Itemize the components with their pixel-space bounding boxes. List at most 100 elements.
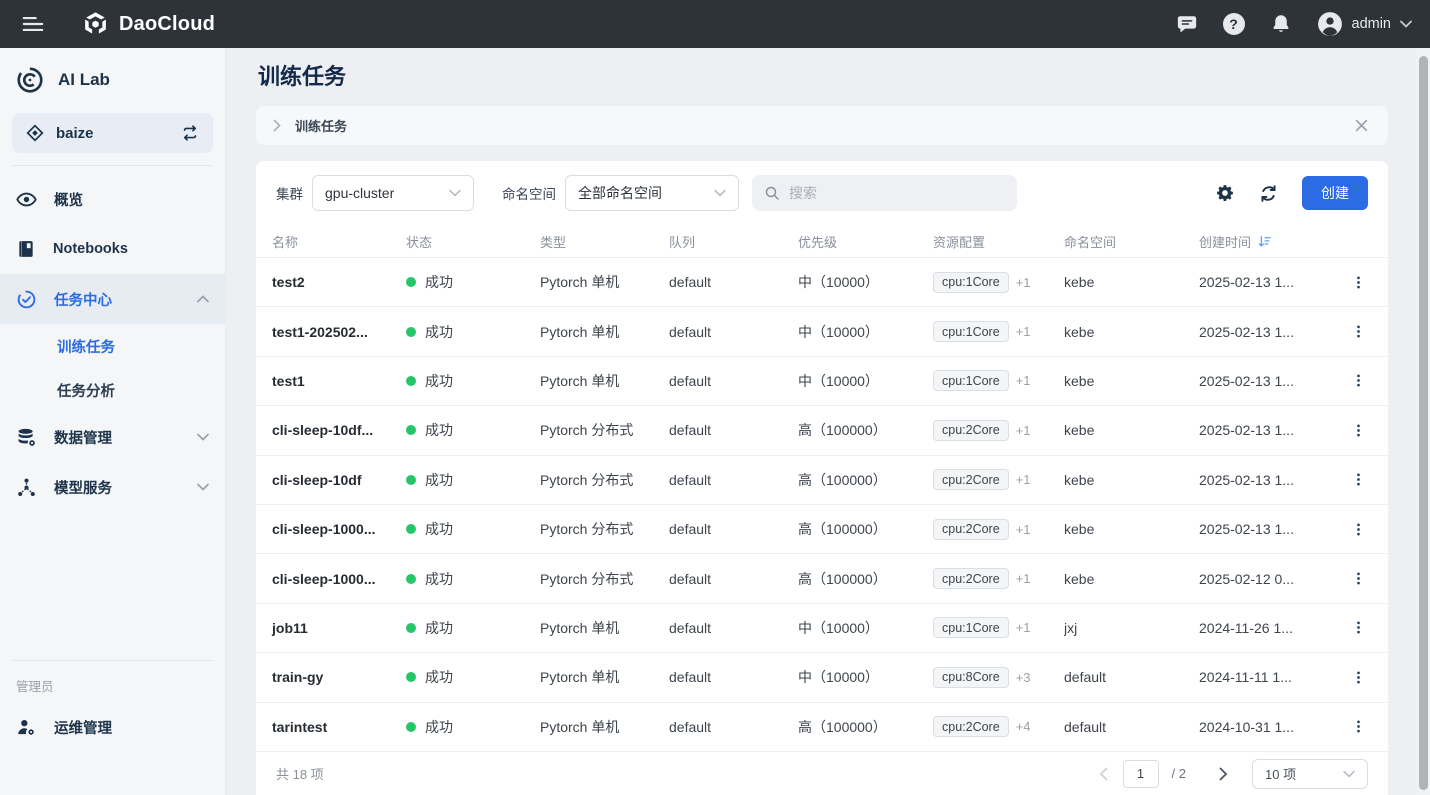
job-name-link[interactable]: cli-sleep-10df <box>256 472 406 488</box>
namespace-select[interactable]: 全部命名空间 <box>565 175 739 211</box>
resource-more-badge[interactable]: +1 <box>1016 275 1031 290</box>
next-page-icon[interactable] <box>1217 765 1230 783</box>
row-actions-kebab-icon[interactable] <box>1346 319 1371 344</box>
chevron-right-icon[interactable] <box>273 119 282 132</box>
sidebar-item-task-center[interactable]: 任务中心 <box>0 274 225 324</box>
job-status: 成功 <box>406 667 540 687</box>
sidebar-item-notebooks[interactable]: Notebooks <box>0 224 225 274</box>
table-row[interactable]: cli-sleep-1000... 成功 Pytorch 分布式 default… <box>256 553 1388 602</box>
resource-more-badge[interactable]: +3 <box>1016 670 1031 685</box>
job-created-time: 2025-02-13 1... <box>1199 472 1328 488</box>
ai-lab-logo-icon <box>15 65 45 95</box>
notifications-bell-icon[interactable] <box>1270 13 1292 35</box>
resource-more-badge[interactable]: +1 <box>1016 620 1031 635</box>
job-namespace: kebe <box>1064 521 1199 537</box>
menu-toggle-icon[interactable] <box>20 11 46 37</box>
prev-page-icon[interactable] <box>1097 765 1110 783</box>
job-queue: default <box>669 521 798 537</box>
table-row[interactable]: cli-sleep-1000... 成功 Pytorch 分布式 default… <box>256 504 1388 553</box>
row-actions-kebab-icon[interactable] <box>1346 615 1371 640</box>
search-input[interactable] <box>789 185 1005 201</box>
row-actions-kebab-icon[interactable] <box>1346 566 1371 591</box>
resource-more-badge[interactable]: +1 <box>1016 324 1031 339</box>
job-type: Pytorch 单机 <box>540 717 669 737</box>
resource-tag: cpu:2Core <box>933 519 1009 540</box>
vertical-scrollbar[interactable] <box>1419 56 1428 790</box>
row-actions-kebab-icon[interactable] <box>1346 665 1371 690</box>
job-name-link[interactable]: cli-sleep-10df... <box>256 422 406 438</box>
sidebar-item-data-management[interactable]: 数据管理 <box>0 412 225 462</box>
resource-more-badge[interactable]: +4 <box>1016 719 1031 734</box>
chevron-down-icon <box>714 189 726 197</box>
sidebar-item-ops-management[interactable]: 运维管理 <box>0 702 225 752</box>
job-resources: cpu:1Core +1 <box>933 617 1064 638</box>
sidebar-subitem-label: 训练任务 <box>57 336 115 357</box>
job-type: Pytorch 单机 <box>540 618 669 638</box>
row-actions-kebab-icon[interactable] <box>1346 418 1371 443</box>
job-name-link[interactable]: cli-sleep-1000... <box>256 571 406 587</box>
create-button[interactable]: 创建 <box>1302 176 1368 210</box>
table-row[interactable]: cli-sleep-10df... 成功 Pytorch 分布式 default… <box>256 405 1388 454</box>
job-priority: 高（100000） <box>798 420 933 440</box>
chevron-up-icon <box>197 295 209 303</box>
row-actions-kebab-icon[interactable] <box>1346 467 1371 492</box>
job-created-time: 2025-02-13 1... <box>1199 324 1328 340</box>
resource-tag: cpu:2Core <box>933 568 1009 589</box>
table-row[interactable]: job11 成功 Pytorch 单机 default 中（10000） cpu… <box>256 603 1388 652</box>
resource-tag: cpu:1Core <box>933 272 1009 293</box>
job-name-link[interactable]: job11 <box>256 620 406 636</box>
sidebar-item-task-analysis[interactable]: 任务分析 <box>0 368 225 412</box>
resource-more-badge[interactable]: +1 <box>1016 522 1031 537</box>
row-actions-kebab-icon[interactable] <box>1346 517 1371 542</box>
table-row[interactable]: cli-sleep-10df 成功 Pytorch 分布式 default 高（… <box>256 455 1388 504</box>
resource-more-badge[interactable]: +1 <box>1016 571 1031 586</box>
resource-more-badge[interactable]: +1 <box>1016 472 1031 487</box>
job-name-link[interactable]: test1-202502... <box>256 324 406 340</box>
column-header-created[interactable]: 创建时间 <box>1199 232 1328 251</box>
row-actions-kebab-icon[interactable] <box>1346 368 1371 393</box>
cluster-select[interactable]: gpu-cluster <box>312 175 474 211</box>
job-priority: 高（100000） <box>798 569 933 589</box>
close-icon[interactable] <box>1352 116 1371 135</box>
workspace-selector[interactable]: baize <box>12 113 213 153</box>
status-success-dot-icon <box>406 376 416 386</box>
page-total: / 2 <box>1172 766 1186 781</box>
row-actions-kebab-icon[interactable] <box>1346 270 1371 295</box>
feedback-chat-icon[interactable] <box>1176 13 1198 35</box>
column-header-resources: 资源配置 <box>933 232 1064 251</box>
table-row[interactable]: test2 成功 Pytorch 单机 default 中（10000） cpu… <box>256 257 1388 306</box>
brand[interactable]: DaoCloud <box>82 11 215 38</box>
help-icon[interactable]: ? <box>1223 13 1245 35</box>
table-row[interactable]: test1-202502... 成功 Pytorch 单机 default 中（… <box>256 306 1388 355</box>
job-name-link[interactable]: cli-sleep-1000... <box>256 521 406 537</box>
sidebar-item-overview[interactable]: 概览 <box>0 174 225 224</box>
sidebar-item-model-services[interactable]: 模型服务 <box>0 462 225 512</box>
page-number-input[interactable] <box>1123 760 1159 788</box>
page-size-select[interactable]: 10 项 <box>1252 759 1368 789</box>
table-settings-gear-icon[interactable] <box>1215 183 1235 203</box>
resource-more-badge[interactable]: +1 <box>1016 373 1031 388</box>
sort-descending-icon[interactable] <box>1257 234 1272 249</box>
status-success-dot-icon <box>406 722 416 732</box>
table-row[interactable]: tarintest 成功 Pytorch 单机 default 高（100000… <box>256 702 1388 751</box>
job-name-link[interactable]: train-gy <box>256 669 406 685</box>
user-menu[interactable]: admin <box>1317 11 1413 37</box>
table-row[interactable]: train-gy 成功 Pytorch 单机 default 中（10000） … <box>256 652 1388 701</box>
sidebar-item-label: 任务中心 <box>54 289 112 310</box>
job-name-link[interactable]: test2 <box>256 274 406 290</box>
resource-tag: cpu:1Core <box>933 321 1009 342</box>
job-name-link[interactable]: tarintest <box>256 719 406 735</box>
resource-more-badge[interactable]: +1 <box>1016 423 1031 438</box>
sidebar-item-training-tasks[interactable]: 训练任务 <box>0 324 225 368</box>
refresh-icon[interactable] <box>1258 183 1279 204</box>
row-actions-kebab-icon[interactable] <box>1346 714 1371 739</box>
chevron-down-icon <box>197 483 209 491</box>
job-status: 成功 <box>406 519 540 539</box>
table-row[interactable]: test1 成功 Pytorch 单机 default 中（10000） cpu… <box>256 356 1388 405</box>
job-name-link[interactable]: test1 <box>256 373 406 389</box>
job-status: 成功 <box>406 371 540 391</box>
job-priority: 中（10000） <box>798 618 933 638</box>
breadcrumb-item[interactable]: 训练任务 <box>295 116 347 135</box>
job-resources: cpu:2Core +1 <box>933 420 1064 441</box>
switch-workspace-icon[interactable] <box>180 123 200 143</box>
